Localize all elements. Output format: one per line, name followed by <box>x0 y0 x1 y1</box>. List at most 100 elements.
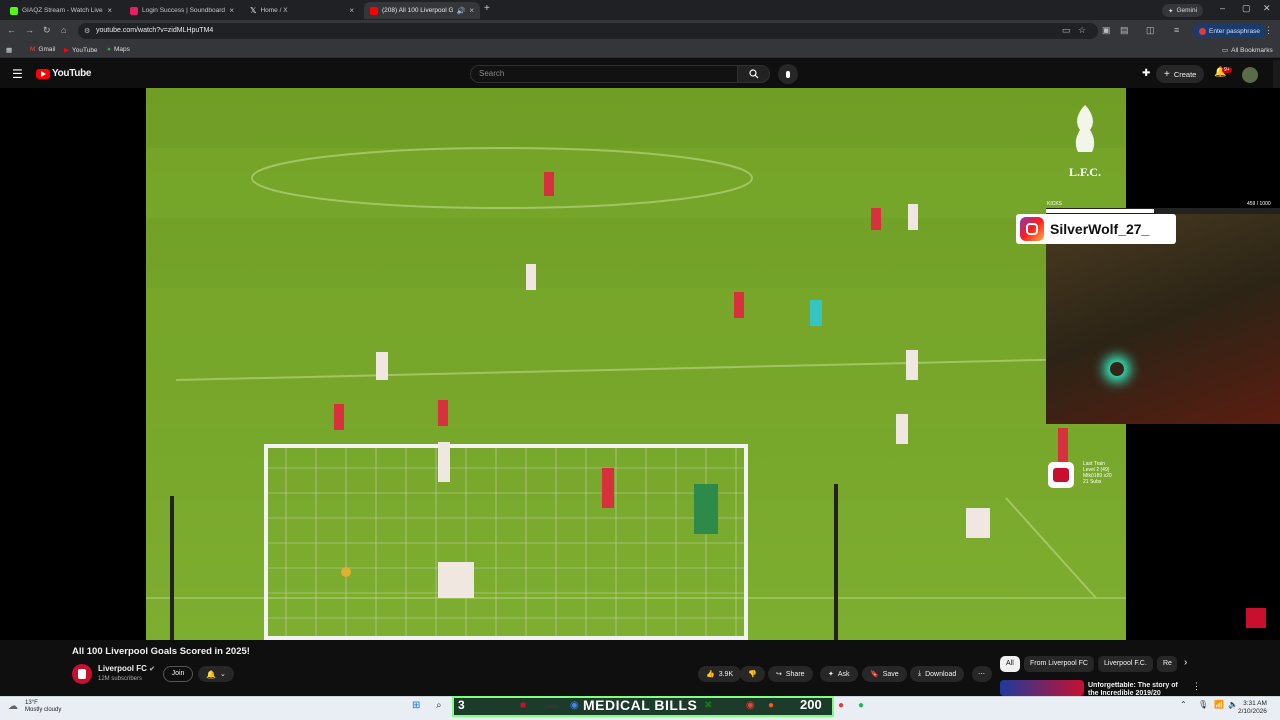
chrome-icon[interactable]: ◉ <box>570 700 579 711</box>
share-label: Share <box>785 670 805 678</box>
firefox-icon[interactable]: ● <box>768 700 774 711</box>
close-tab-icon[interactable]: × <box>469 6 474 15</box>
kicks-count: 459 / 1000 <box>1247 201 1271 207</box>
audio-playing-icon[interactable]: 🔊 <box>457 7 466 15</box>
side-panel-icon[interactable]: ◫ <box>1146 25 1155 36</box>
all-bookmarks[interactable]: ▭ All Bookmarks <box>1222 46 1273 55</box>
browser-tab[interactable]: 𝕏 Home / X × <box>244 2 360 19</box>
url-field[interactable]: youtube.com/watch?v=zidMLHpuTM4 <box>78 23 1098 39</box>
home-icon[interactable]: ⌂ <box>61 25 66 35</box>
close-tab-icon[interactable]: × <box>229 6 234 15</box>
app-icon[interactable]: ● <box>838 700 844 711</box>
search-input[interactable]: Search <box>470 65 738 83</box>
close-window-button[interactable]: ✕ <box>1263 3 1271 14</box>
download-label: Download <box>925 670 957 678</box>
youtube-play-icon <box>36 68 50 79</box>
spotify-icon[interactable]: ● <box>858 700 864 711</box>
windows-start-icon[interactable]: ⊞ <box>412 700 420 711</box>
bookmark-label: Gmail <box>38 46 56 53</box>
last-train-line: 21 Subs <box>1083 479 1102 485</box>
ask-button[interactable]: ✦ Ask <box>820 666 858 682</box>
tab-title: (208) All 100 Liverpool Goals <box>382 7 453 14</box>
channel-avatar[interactable] <box>72 664 92 684</box>
recommended-menu-icon[interactable]: ⋮ <box>1192 681 1201 692</box>
join-button[interactable]: Join <box>163 666 193 682</box>
pitch-scene <box>146 88 1126 640</box>
volume-icon[interactable]: 🔈 <box>1228 700 1238 709</box>
bookmark-youtube[interactable]: ▶ YouTube <box>64 46 98 55</box>
browser-tab-active[interactable]: (208) All 100 Liverpool Goals 🔊 × <box>364 2 480 19</box>
minimize-button[interactable]: – <box>1220 3 1225 13</box>
bookmark-label: Maps <box>113 46 130 53</box>
taskbar-app-icon[interactable]: ■ <box>520 700 526 711</box>
file-explorer-icon[interactable]: ▬ <box>548 700 558 711</box>
hamburger-menu-icon[interactable]: ☰ <box>12 67 23 81</box>
chip-from-liverpool[interactable]: From Liverpool FC <box>1024 656 1094 672</box>
chevron-right-icon[interactable]: › <box>1184 657 1187 668</box>
bookmark-star-icon[interactable]: ☆ <box>1078 25 1086 36</box>
streamer-name: SilverWolf_27_ <box>1050 221 1150 237</box>
tray-chevron-icon[interactable]: ⌃ <box>1180 700 1187 709</box>
search-button[interactable] <box>738 65 770 83</box>
voice-search-button[interactable] <box>778 64 798 84</box>
more-actions-button[interactable]: ⋯ <box>972 666 992 682</box>
folder-icon: ▭ <box>1222 47 1229 54</box>
reload-icon[interactable]: ↻ <box>43 25 51 36</box>
site-info-icon[interactable]: ⚙ <box>84 27 90 35</box>
chip-related[interactable]: Re <box>1157 656 1177 672</box>
save-button[interactable]: 🔖 Save <box>862 666 907 682</box>
media-icon[interactable]: ≡ <box>1174 25 1179 35</box>
browser-tab[interactable]: Login Success | Soundboard Bu × <box>124 2 240 19</box>
chip-all[interactable]: All <box>1000 656 1020 672</box>
microphone-tray-icon[interactable]: 🎙 <box>1198 700 1208 709</box>
maximize-button[interactable]: ▢ <box>1242 3 1251 14</box>
cast-overlay-icon[interactable]: ✚ <box>1142 68 1150 79</box>
subscriber-count: 12M subscribers <box>98 676 143 682</box>
bookmark-gmail[interactable]: M Gmail <box>30 46 55 53</box>
chevron-down-icon: ⌄ <box>220 671 226 678</box>
search-taskbar-icon[interactable]: ⌕ <box>436 700 442 711</box>
like-button[interactable]: 👍 3.9K <box>698 666 742 682</box>
lfc-text: L.F.C. <box>1069 165 1101 179</box>
create-button[interactable]: + Create <box>1156 65 1205 83</box>
cast-icon[interactable]: ▭ <box>1062 25 1071 36</box>
video-frame[interactable] <box>146 88 1126 640</box>
xbox-icon[interactable]: ✖ <box>704 700 712 711</box>
back-icon[interactable]: ← <box>7 25 16 35</box>
subscription-bell-button[interactable]: 🔔 ⌄ <box>198 666 234 682</box>
weather-temp: 13°F <box>25 700 38 706</box>
dislike-button[interactable]: 👎 <box>740 666 765 682</box>
profile-button[interactable]: Enter passphrase <box>1193 24 1266 38</box>
browser-tab[interactable]: GIAQZ Stream - Watch Live × <box>4 2 118 19</box>
channel-watermark[interactable] <box>1246 608 1266 628</box>
kicks-label: KICKS <box>1047 201 1063 207</box>
browser-tab-bar: GIAQZ Stream - Watch Live × Login Succes… <box>0 0 1280 20</box>
close-tab-icon[interactable]: × <box>107 6 112 15</box>
channel-name[interactable]: Liverpool FC ✔ <box>98 664 155 673</box>
gemini-button[interactable]: ✦ Gemini <box>1162 4 1204 17</box>
kicks-progress-fill <box>1046 209 1154 213</box>
puzzle-icon[interactable]: ▤ <box>1120 25 1129 36</box>
gemini-label: Gemini <box>1176 7 1198 14</box>
chip-liverpool-fc[interactable]: Liverpool F.C. <box>1098 656 1153 672</box>
close-tab-icon[interactable]: × <box>349 6 354 15</box>
bookmark-maps[interactable]: ● Maps <box>107 46 130 53</box>
wifi-icon[interactable]: 📶 <box>1214 700 1224 709</box>
apps-grid-icon[interactable]: ▦ <box>6 46 12 54</box>
weather-widget[interactable]: 13°F Mostly cloudy <box>25 700 61 714</box>
system-clock[interactable]: 3:31 AM 2/10/2026 <box>1238 700 1267 716</box>
chrome-taskbar-icon[interactable]: ◉ <box>746 700 755 711</box>
download-button[interactable]: ⤓ Download <box>910 666 965 682</box>
share-button[interactable]: ↪ Share <box>768 666 813 682</box>
new-tab-button[interactable]: + <box>484 3 490 14</box>
search-icon <box>748 69 758 79</box>
youtube-logo[interactable]: YouTube <box>36 68 92 79</box>
menu-dots-icon[interactable]: ⋮ <box>1264 25 1273 36</box>
recommended-thumbnail[interactable] <box>1000 680 1084 696</box>
extension-icon[interactable]: ▣ <box>1102 25 1111 36</box>
forward-icon[interactable]: → <box>25 25 34 35</box>
thumbs-up-icon: 👍 <box>706 671 715 678</box>
save-label: Save <box>882 670 899 678</box>
more-dots-icon: ⋯ <box>978 671 985 678</box>
account-avatar[interactable] <box>1242 67 1258 83</box>
